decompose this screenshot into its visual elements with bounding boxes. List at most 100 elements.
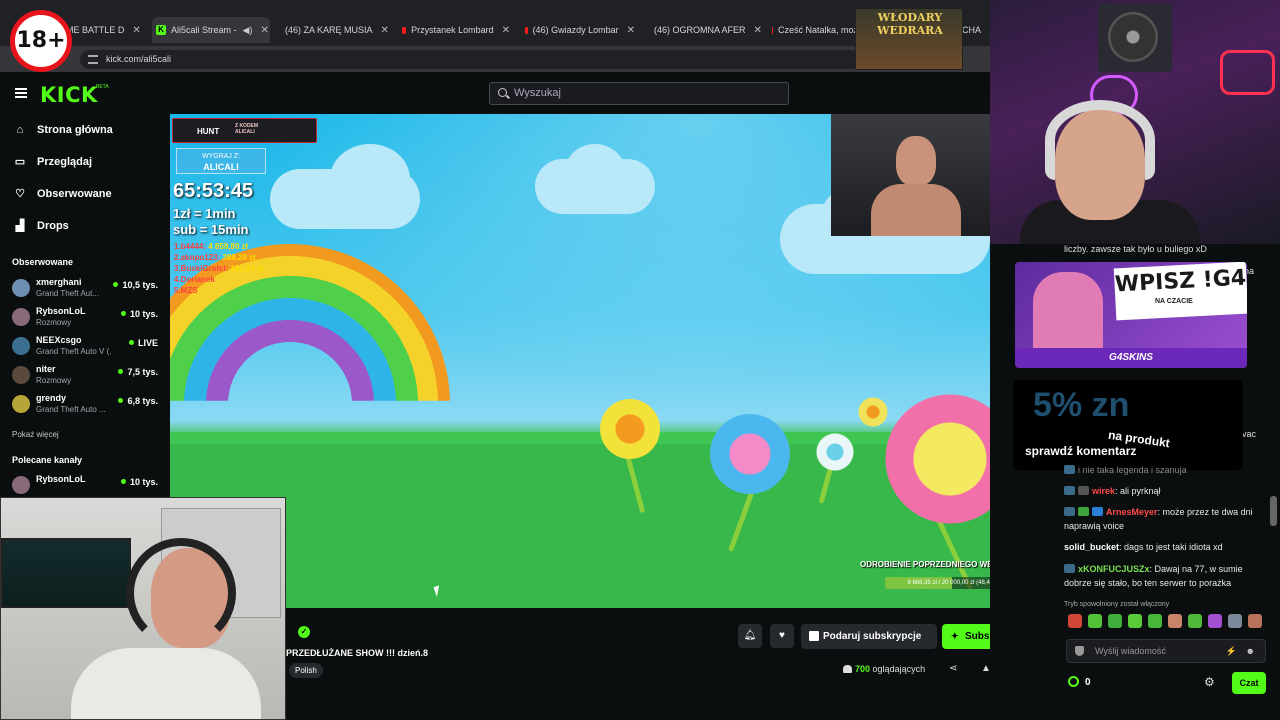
emote[interactable] [1188,614,1202,628]
viewer-count: 7,5 tys. [118,367,158,377]
recommended-channel[interactable]: RybsonLoL 10 tys. [12,473,162,499]
language-tag[interactable]: Polish [289,663,323,678]
viewer-count: LIVE [129,338,158,348]
badge-icon [1078,486,1089,495]
close-icon[interactable]: ✕ [502,25,510,36]
close-icon[interactable]: ✕ [132,25,140,36]
sponsor-ad[interactable]: WPISZ !G4 NA CZACIE G4SKINS [1015,262,1247,368]
emote[interactable] [1148,614,1162,628]
command-icon[interactable]: ⚡ [1226,640,1237,662]
close-icon[interactable]: ✕ [754,25,761,36]
slow-mode-notice: Tryb spowolniony został włączony [1064,601,1170,608]
menu-icon[interactable] [15,88,27,98]
followed-channel[interactable]: grendy Grand Theft Auto ... 6,8 tys. [12,392,162,418]
chat-text: dags to jest taki idiota xd [1124,542,1223,552]
emote[interactable] [1108,614,1122,628]
aquarium [1,538,131,608]
browser-tab[interactable]: Przystanek Lombard ✕ [398,19,510,41]
close-icon[interactable]: ✕ [627,25,635,36]
donor-amount: 4 859,80 zł [208,242,248,251]
close-icon[interactable]: ✕ [260,25,268,36]
emote[interactable] [1228,614,1242,628]
age-rating-badge: 18+ [10,10,72,72]
gift-subs-button[interactable]: Podaruj subskrypcje [801,624,937,649]
beta-label: BETA [96,84,109,90]
emote[interactable] [1088,614,1102,628]
donor-row: 4.Dorianek [174,274,263,285]
gear-icon[interactable]: ⚙ [1204,675,1215,689]
followed-channel[interactable]: NEEXcsgo Grand Theft Auto V (... LIVE [12,334,162,360]
browser-tab[interactable]: CHA [962,19,990,41]
donor-amount: 161,81 zł [230,264,264,273]
cloud [330,144,410,214]
browser-tab[interactable]: Cześć Natalka, moż [768,19,858,41]
avatar [12,279,30,297]
search-icon [498,88,507,97]
channel-points[interactable]: 0 [1068,676,1091,688]
chat-send-button[interactable]: Czat [1232,672,1266,694]
heart-icon: ♥ [779,630,785,641]
browser-tab[interactable]: (46) OGROMNA AFER ✕ [645,19,761,41]
chat-username[interactable]: xKONFUCJUSZx [1078,564,1150,574]
tab-label: (46) OGROMNA AFER [654,25,746,35]
people-icon [843,665,852,673]
avatar [12,337,30,355]
browser-tab-bar: AME BATTLE D ✕ K Ali5cali Stream - ◀) ✕ (… [0,0,990,46]
chat-username[interactable]: solid_bucket [1064,542,1119,552]
viewer-suffix: oglądających [872,664,926,674]
chat-text: liczby. zawsze tak było u buliego xD [1064,244,1207,254]
site-header: KICK BETA Wyszukaj [0,72,1050,114]
donor-row: 5.MZS [174,285,263,296]
followed-channel[interactable]: xmerghani Grand Theft Aut... 10,5 tys. [12,276,162,302]
emote[interactable] [1168,614,1182,628]
chat-username[interactable]: ArnesMeyer [1106,507,1158,517]
nav-browse[interactable]: ▭ Przeglądaj [14,153,92,171]
nav-following[interactable]: ♡ Obserwowane [14,185,112,203]
chat-text: ali pyrknął [1120,486,1161,496]
emote[interactable] [1128,614,1142,628]
nav-home[interactable]: ⌂ Strona główna [14,121,113,139]
kick-logo[interactable]: KICK [40,83,98,107]
viewer-count: 700 [855,664,871,674]
share-icon[interactable]: ⋖ [949,663,957,674]
emote[interactable] [1208,614,1222,628]
channel-name: RybsonLoL [36,306,86,316]
show-more-link[interactable]: Pokaż więcej [12,430,59,439]
neon-sign [1220,50,1275,95]
donor-row: 2.akopo123: 388,20 zł [174,252,263,263]
site-settings-icon[interactable] [88,55,98,64]
chat-username[interactable]: wirek [1092,486,1115,496]
avatar [12,308,30,326]
chat-message: ArnesMeyer: może przez te dwa dni napraw… [1064,507,1253,531]
search-input[interactable]: Wyszukaj [489,82,789,105]
emote[interactable] [1068,614,1082,628]
url-field[interactable]: kick.com/ali5cali [80,50,860,69]
ad-brand: G4SKINS [1015,348,1247,368]
chat-scrollbar[interactable] [1270,496,1277,526]
channel-category: Rozmowy [36,376,72,385]
tab-label: Przystanek Lombard [411,25,494,35]
followed-channel[interactable]: niter Rozmowy 7,5 tys. [12,363,162,389]
channel-name: xmerghani [36,277,82,287]
badge-icon [1078,507,1089,516]
ad-character [1033,272,1103,357]
notification-bell-button[interactable]: 🔔︎ [738,624,762,648]
chat-message-input[interactable]: Wyślij wiadomość ⚡ ☻ [1066,639,1266,663]
nav-drops[interactable]: ▟ Drops [14,217,69,235]
video-player[interactable]: HUNT Z KODEM ALICALI WYGRAJ Z: ALICALI 6… [170,114,1050,608]
browser-tab[interactable]: (46) ZA KARĘ MUSIA ✕ [276,19,388,41]
avatar [12,476,30,494]
recommended-section-title: Polecane kanały [12,455,83,465]
followed-channel[interactable]: RybsonLoL Rozmowy 10 tys. [12,305,162,331]
speaker-icon[interactable]: ◀) [243,25,253,36]
emote[interactable] [1248,614,1262,628]
follow-button[interactable]: ♥ [770,624,794,648]
browser-tab[interactable]: (46) Gwiazdy Lombar ✕ [521,19,635,41]
close-icon[interactable]: ✕ [381,25,388,36]
browser-tab[interactable]: AME BATTLE D ✕ [60,19,152,41]
browser-tab-active[interactable]: K Ali5cali Stream - ◀) ✕ [152,17,270,43]
chat-message: i nie taka legenda i szanuja [1064,463,1264,477]
giveaway-title: WYGRAJ Z: [201,153,241,160]
viewer-counter: 700 oglądających [843,664,925,674]
emoji-icon[interactable]: ☻ [1246,640,1255,662]
